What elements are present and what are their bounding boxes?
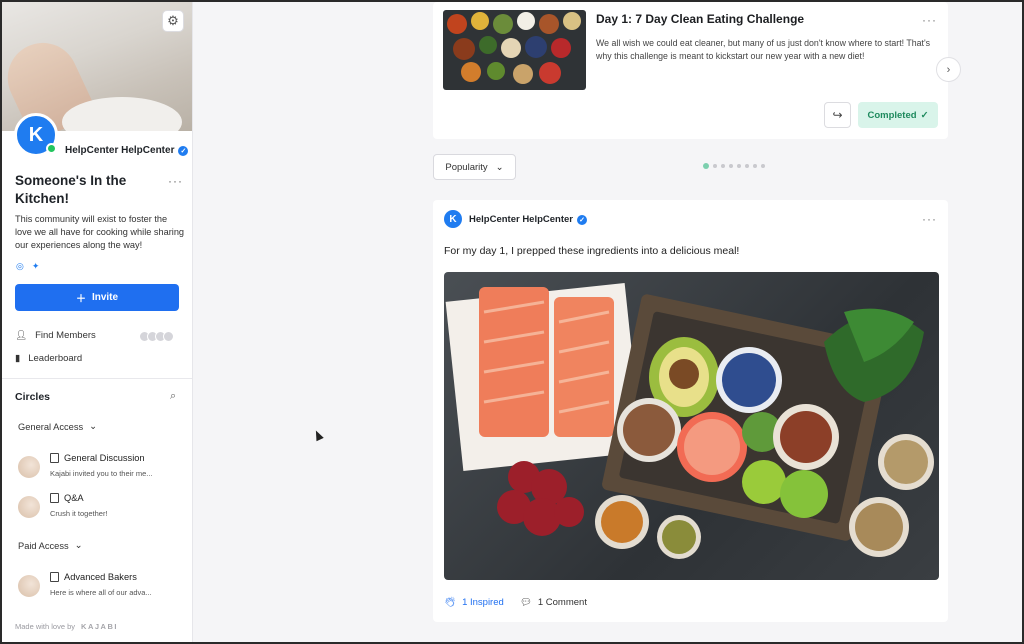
carousel-dot[interactable]: [753, 164, 757, 168]
group-general-access[interactable]: General Access ⌄: [18, 421, 97, 432]
owner-name[interactable]: HelpCenter HelpCenter ✓: [65, 145, 189, 156]
comment-icon: 💬︎: [519, 597, 532, 608]
share-icon: ↪: [832, 108, 843, 122]
document-icon: [50, 453, 59, 463]
community-cover-image: ⚙: [2, 2, 192, 131]
search-icon[interactable]: ⌕: [170, 390, 176, 403]
challenge-more-button[interactable]: ···: [922, 13, 937, 27]
carousel-dot[interactable]: [761, 164, 765, 168]
community-more-button[interactable]: ···: [168, 174, 183, 188]
leaderboard-link[interactable]: ▮ Leaderboard: [15, 353, 82, 364]
kajabi-logo-icon: K: [28, 123, 44, 146]
carousel-dot[interactable]: [721, 164, 725, 168]
community-sidebar: ⚙ K HelpCenter HelpCenter ✓ Someone's In…: [2, 2, 193, 642]
sort-dropdown[interactable]: Popularity ⌄: [433, 154, 516, 180]
inspired-button[interactable]: 👏︎ 1 Inspired: [444, 597, 504, 608]
carousel-dot[interactable]: [713, 164, 717, 168]
carousel-next-button[interactable]: ›: [936, 57, 961, 82]
post-image[interactable]: [444, 272, 939, 580]
circle-thumbnail: [18, 496, 40, 518]
invite-button[interactable]: ＋ Invite: [15, 284, 179, 311]
challenge-description: We all wish we could eat cleaner, but ma…: [596, 38, 931, 61]
group-paid-access[interactable]: Paid Access ⌄: [18, 540, 82, 551]
find-members-link[interactable]: 👤︎ Find Members: [15, 330, 96, 341]
twitter-icon[interactable]: ✦: [32, 261, 40, 272]
post-card: K HelpCenter HelpCenter ✓ ··· For my day…: [433, 200, 948, 622]
carousel-pagination: [703, 163, 765, 169]
chevron-down-icon: ⌄: [74, 540, 83, 550]
challenge-image: [443, 10, 586, 90]
circle-thumbnail: [18, 456, 40, 478]
online-status-dot: [46, 143, 57, 154]
document-icon: [50, 572, 59, 582]
circle-qa[interactable]: Q&A Crush it together!: [18, 493, 188, 523]
carousel-dot[interactable]: [703, 163, 709, 169]
chevron-down-icon: ⌄: [495, 161, 504, 173]
person-icon: 👤︎: [15, 330, 28, 341]
verified-icon: ✓: [178, 145, 189, 156]
post-text: For my day 1, I prepped these ingredient…: [444, 245, 740, 257]
circle-thumbnail: [18, 575, 40, 597]
owner-avatar[interactable]: K: [14, 113, 58, 157]
mouse-cursor: [312, 428, 324, 442]
carousel-dot[interactable]: [737, 164, 741, 168]
post-author-name[interactable]: HelpCenter HelpCenter ✓: [469, 214, 587, 225]
social-links: ◎ ✦: [16, 261, 39, 272]
made-with-love-footer[interactable]: Made with love by KAJABI: [15, 622, 118, 631]
member-avatars: [139, 331, 174, 342]
challenge-title[interactable]: Day 1: 7 Day Clean Eating Challenge: [596, 12, 804, 26]
settings-button[interactable]: ⚙: [162, 10, 184, 32]
circle-general-discussion[interactable]: General Discussion Kajabi invited you to…: [18, 453, 188, 483]
carousel-dot[interactable]: [745, 164, 749, 168]
share-button[interactable]: ↪: [824, 102, 851, 128]
community-title: Someone's In the Kitchen!: [15, 173, 127, 206]
verified-icon: ✓: [577, 214, 587, 225]
kajabi-brand: KAJABI: [81, 622, 118, 631]
post-more-button[interactable]: ···: [922, 212, 937, 226]
community-description: This community will exist to foster the …: [15, 214, 185, 250]
chevron-right-icon: ›: [946, 63, 951, 76]
document-icon: [50, 493, 59, 503]
leaderboard-icon: ▮: [15, 353, 21, 364]
carousel-dot[interactable]: [729, 164, 733, 168]
plus-icon: ＋: [75, 294, 86, 305]
instagram-icon[interactable]: ◎: [16, 261, 24, 272]
gear-icon: ⚙: [167, 13, 179, 28]
post-author-avatar[interactable]: K: [444, 210, 462, 228]
sidebar-divider: [2, 378, 192, 379]
circle-advanced-bakers[interactable]: Advanced Bakers Here is where all of our…: [18, 572, 188, 602]
clap-icon: 👏︎: [444, 597, 457, 608]
completed-button[interactable]: Completed ✓: [858, 102, 938, 128]
check-icon: ✓: [920, 109, 929, 121]
chevron-down-icon: ⌄: [89, 421, 97, 431]
post-actions: 👏︎ 1 Inspired 💬︎ 1 Comment: [444, 597, 587, 608]
comment-button[interactable]: 💬︎ 1 Comment: [520, 597, 587, 608]
circles-heading: Circles: [15, 391, 51, 403]
challenge-card[interactable]: Day 1: 7 Day Clean Eating Challenge ··· …: [433, 2, 948, 139]
